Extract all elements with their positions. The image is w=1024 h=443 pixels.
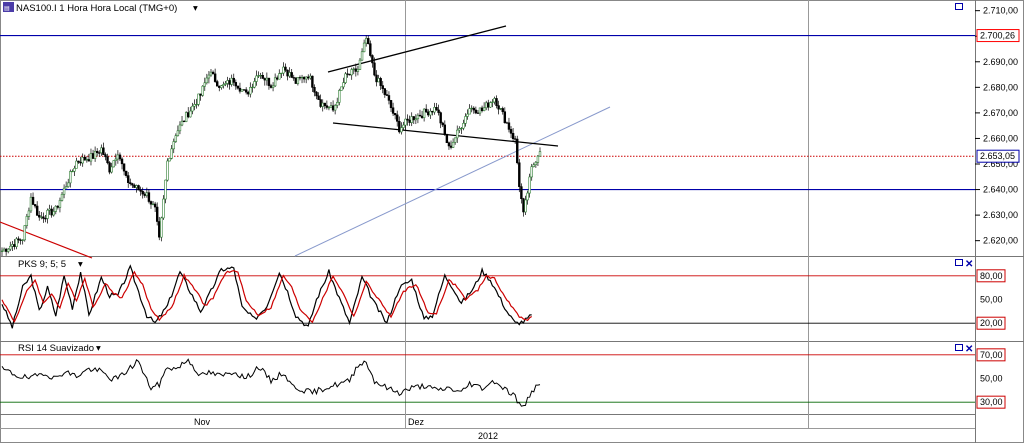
pks-dropdown-icon[interactable]: ▾ bbox=[78, 259, 83, 270]
price-tick-label: 2.670,00 bbox=[983, 108, 1018, 118]
rsi-tick-label: 50,00 bbox=[980, 374, 1003, 384]
candle bbox=[23, 225, 26, 242]
price-panel-title: NAS100.I 1 Hora Hora Local (TMG+0) bbox=[16, 3, 177, 14]
pks-panel-title: PKS 9; 5; 5 bbox=[18, 259, 66, 270]
candle bbox=[162, 195, 165, 220]
candle bbox=[201, 85, 204, 97]
candle bbox=[240, 89, 244, 92]
rsi-tick-label: 30,00 bbox=[980, 397, 1003, 407]
x-label-year: 2012 bbox=[478, 431, 498, 441]
rsi-close-icon[interactable]: ✕ bbox=[965, 344, 973, 355]
x-label-nov: Nov bbox=[194, 417, 211, 427]
rsi-panel-title: RSI 14 Suavizado bbox=[18, 343, 94, 354]
price-tick-label: 2.620,00 bbox=[983, 236, 1018, 246]
candle bbox=[445, 133, 449, 144]
rsi-axis-ticks: 70,00 50,00 30,00 bbox=[976, 348, 1006, 409]
pks-tick-label: 80,00 bbox=[980, 271, 1003, 281]
pks-tick-label: 20,00 bbox=[980, 318, 1003, 328]
candle bbox=[516, 135, 519, 165]
price-tick-label: 2.710,00 bbox=[983, 6, 1018, 16]
candle bbox=[184, 111, 188, 123]
price-badge-label: 2.653,05 bbox=[980, 151, 1015, 161]
price-tick-label: 2.680,00 bbox=[983, 82, 1018, 92]
title-dropdown-icon[interactable]: ▾ bbox=[193, 3, 198, 14]
rsi-tick-label: 70,00 bbox=[980, 350, 1003, 360]
svg-text:▤: ▤ bbox=[4, 6, 10, 12]
candle bbox=[197, 93, 200, 107]
pks-tick-label: 50,00 bbox=[980, 295, 1003, 305]
candle bbox=[294, 77, 298, 84]
candle bbox=[344, 72, 347, 85]
candle bbox=[489, 101, 492, 108]
pks-axis-ticks: 80,00 50,00 20,00 bbox=[976, 269, 1006, 330]
price-tick-label: 2.640,00 bbox=[983, 185, 1018, 195]
candle bbox=[137, 184, 140, 191]
price-badge-label: 2.700,26 bbox=[980, 31, 1015, 41]
candle bbox=[112, 160, 115, 168]
candle bbox=[340, 86, 343, 91]
x-label-dez: Dez bbox=[408, 417, 425, 427]
candle bbox=[108, 161, 111, 175]
chart-frame bbox=[0, 0, 1024, 443]
rsi-dropdown-icon[interactable]: ▾ bbox=[96, 343, 101, 354]
price-tick-label: 2.660,00 bbox=[983, 133, 1018, 143]
pks-close-icon[interactable]: ✕ bbox=[965, 259, 973, 270]
candle bbox=[166, 158, 169, 182]
price-tick-label: 2.630,00 bbox=[983, 210, 1018, 220]
chart-canvas: 2.710,002.700,002.690,002.680,002.670,00… bbox=[0, 0, 1024, 443]
price-tick-label: 2.690,00 bbox=[983, 57, 1018, 67]
candle bbox=[168, 157, 171, 162]
